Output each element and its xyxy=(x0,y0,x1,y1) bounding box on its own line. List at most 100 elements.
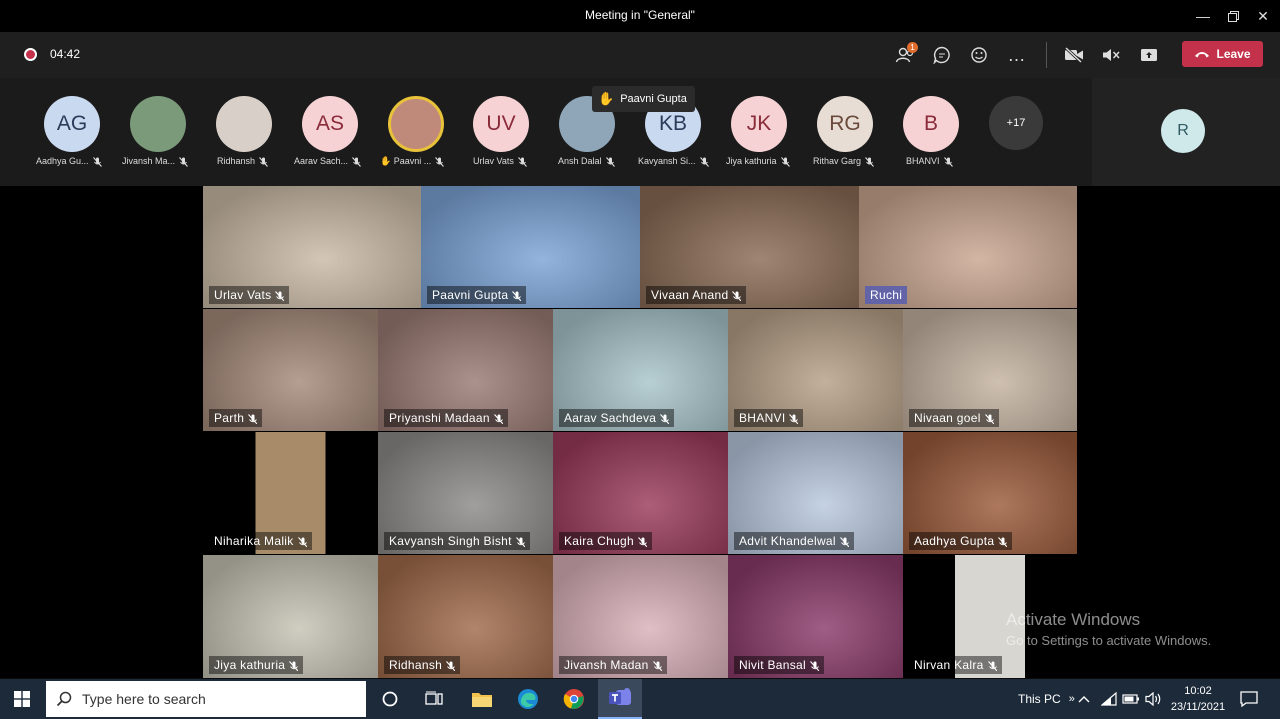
video-tile[interactable]: Ridhansh xyxy=(378,555,553,678)
wifi-icon xyxy=(1101,692,1117,706)
show-hidden-icons-button[interactable] xyxy=(1078,679,1090,719)
video-tile-name: Jivansh Madan xyxy=(559,656,667,674)
leave-label: Leave xyxy=(1216,47,1251,61)
taskbar-clock[interactable]: 10:02 23/11/2021 xyxy=(1166,683,1230,715)
video-tile-name-text: Nivaan goel xyxy=(914,411,981,425)
participant-avatar[interactable]: RG xyxy=(817,96,873,152)
participant-avatar[interactable]: JK xyxy=(731,96,787,152)
reactions-icon xyxy=(971,47,987,63)
participant-avatar[interactable] xyxy=(216,96,272,152)
share-icon xyxy=(1141,49,1157,61)
video-tile[interactable]: Advit Khandelwal xyxy=(728,432,903,554)
file-explorer-button[interactable] xyxy=(460,679,504,719)
close-icon[interactable]: ✕ xyxy=(1246,0,1280,32)
meeting-timer: 04:42 xyxy=(50,47,81,61)
participant-name-text: Paavni ... xyxy=(393,156,432,166)
volume-button[interactable] xyxy=(1145,679,1163,719)
start-button[interactable] xyxy=(0,679,44,719)
video-tile[interactable]: Parth xyxy=(203,309,378,431)
windows-logo-icon xyxy=(14,691,30,707)
mic-off-icon xyxy=(943,156,953,167)
participant-name-text: Rithav Garg xyxy=(813,156,862,166)
camera-button[interactable] xyxy=(1059,40,1089,70)
mic-off-icon xyxy=(652,660,662,671)
participant-avatar[interactable]: AG xyxy=(44,96,100,152)
participant-avatar[interactable]: UV xyxy=(473,96,529,152)
raise-hand-button[interactable] xyxy=(964,40,994,70)
participant-name: BHANVI xyxy=(906,156,953,167)
tray-chevron-icon: » xyxy=(1068,693,1075,705)
edge-icon xyxy=(518,689,538,709)
chrome-button[interactable] xyxy=(552,679,596,719)
video-tile-name-text: Parth xyxy=(214,411,245,425)
video-tile[interactable]: Priyanshi Madaan xyxy=(378,309,553,431)
participant-name-text: Ansh Dalal xyxy=(558,156,602,166)
participant-avatar[interactable]: B xyxy=(903,96,959,152)
mic-off-icon xyxy=(998,536,1008,547)
video-tile-name: Vivaan Anand xyxy=(646,286,747,304)
participant-name-text: Jivansh Ma... xyxy=(122,156,176,166)
participant-name-text: Kavyansh Si... xyxy=(638,156,696,166)
teams-icon xyxy=(609,688,631,705)
tray-this-pc[interactable]: This PC » xyxy=(1018,679,1075,719)
video-tile-name: Jiya kathuria xyxy=(209,656,304,674)
chat-button[interactable] xyxy=(927,40,957,70)
participant-name-text: Ridhansh xyxy=(217,156,256,166)
avatar-initials: B xyxy=(923,112,938,135)
leave-button[interactable]: Leave xyxy=(1182,41,1263,67)
video-tile[interactable]: Aarav Sachdeva xyxy=(553,309,728,431)
participant-name-text: BHANVI xyxy=(906,156,940,166)
task-view-button[interactable] xyxy=(412,679,456,719)
video-tile-name: Kavyansh Singh Bisht xyxy=(384,532,530,550)
video-tile[interactable]: Vivaan Anand xyxy=(640,186,859,308)
teams-button[interactable] xyxy=(598,679,642,719)
video-tile[interactable]: Niharika Malik xyxy=(203,432,378,554)
notifications-button[interactable] xyxy=(1240,679,1258,719)
video-tile[interactable]: Kavyansh Singh Bisht xyxy=(378,432,553,554)
edge-button[interactable] xyxy=(506,679,550,719)
video-tile-name-text: Ridhansh xyxy=(389,658,443,672)
participant-name: Jivansh Ma... xyxy=(122,156,188,167)
wifi-button[interactable] xyxy=(1101,679,1117,719)
participant-name: Kavyansh Si... xyxy=(638,156,709,167)
video-tile[interactable]: Ruchi xyxy=(859,186,1077,308)
participant-name-text: Urlav Vats xyxy=(473,156,514,166)
share-screen-button[interactable] xyxy=(1134,40,1164,70)
mic-button[interactable] xyxy=(1096,40,1126,70)
restore-icon[interactable] xyxy=(1216,0,1250,32)
mic-off-icon xyxy=(446,660,456,671)
search-placeholder: Type here to search xyxy=(82,691,206,707)
video-tile[interactable]: Kaira Chugh xyxy=(553,432,728,554)
more-options-button[interactable]: … xyxy=(1002,40,1032,70)
video-tile-name: Nivaan goel xyxy=(909,409,999,427)
battery-button[interactable] xyxy=(1122,679,1140,719)
minimize-icon[interactable]: — xyxy=(1186,0,1220,32)
activation-watermark-text: Go to Settings to activate Windows. xyxy=(1006,633,1212,648)
video-tile[interactable]: Nivit Bansal xyxy=(728,555,903,678)
video-tile-name: Kaira Chugh xyxy=(559,532,653,550)
mic-off-icon xyxy=(517,156,527,167)
video-tile-name-text: Aarav Sachdeva xyxy=(564,411,657,425)
video-tile[interactable]: Aadhya Gupta xyxy=(903,432,1077,554)
task-view-icon xyxy=(425,691,443,705)
cortana-button[interactable] xyxy=(368,679,412,719)
mic-off-icon xyxy=(789,413,799,424)
mic-off-icon xyxy=(839,536,849,547)
windows-taskbar: Type here to search This PC » 10:02 23/1… xyxy=(0,679,1280,719)
participants-button[interactable]: 1 xyxy=(890,40,920,70)
search-icon xyxy=(56,691,72,707)
taskbar-search-box[interactable]: Type here to search xyxy=(46,681,366,717)
pinned-avatar[interactable]: R xyxy=(1161,109,1205,153)
more-participants-button[interactable]: +17 xyxy=(989,96,1043,150)
video-tile-name-text: BHANVI xyxy=(739,411,786,425)
participant-avatar[interactable]: AS xyxy=(302,96,358,152)
participant-avatar[interactable] xyxy=(388,96,444,152)
video-tile[interactable]: Urlav Vats xyxy=(203,186,421,308)
participant-avatar[interactable] xyxy=(130,96,186,152)
video-tile[interactable]: Paavni Gupta xyxy=(421,186,640,308)
video-tile[interactable]: Jivansh Madan xyxy=(553,555,728,678)
mic-off-icon xyxy=(638,536,648,547)
video-tile[interactable]: Nivaan goel xyxy=(903,309,1077,431)
video-tile[interactable]: BHANVI xyxy=(728,309,903,431)
video-tile[interactable]: Jiya kathuria xyxy=(203,555,378,678)
